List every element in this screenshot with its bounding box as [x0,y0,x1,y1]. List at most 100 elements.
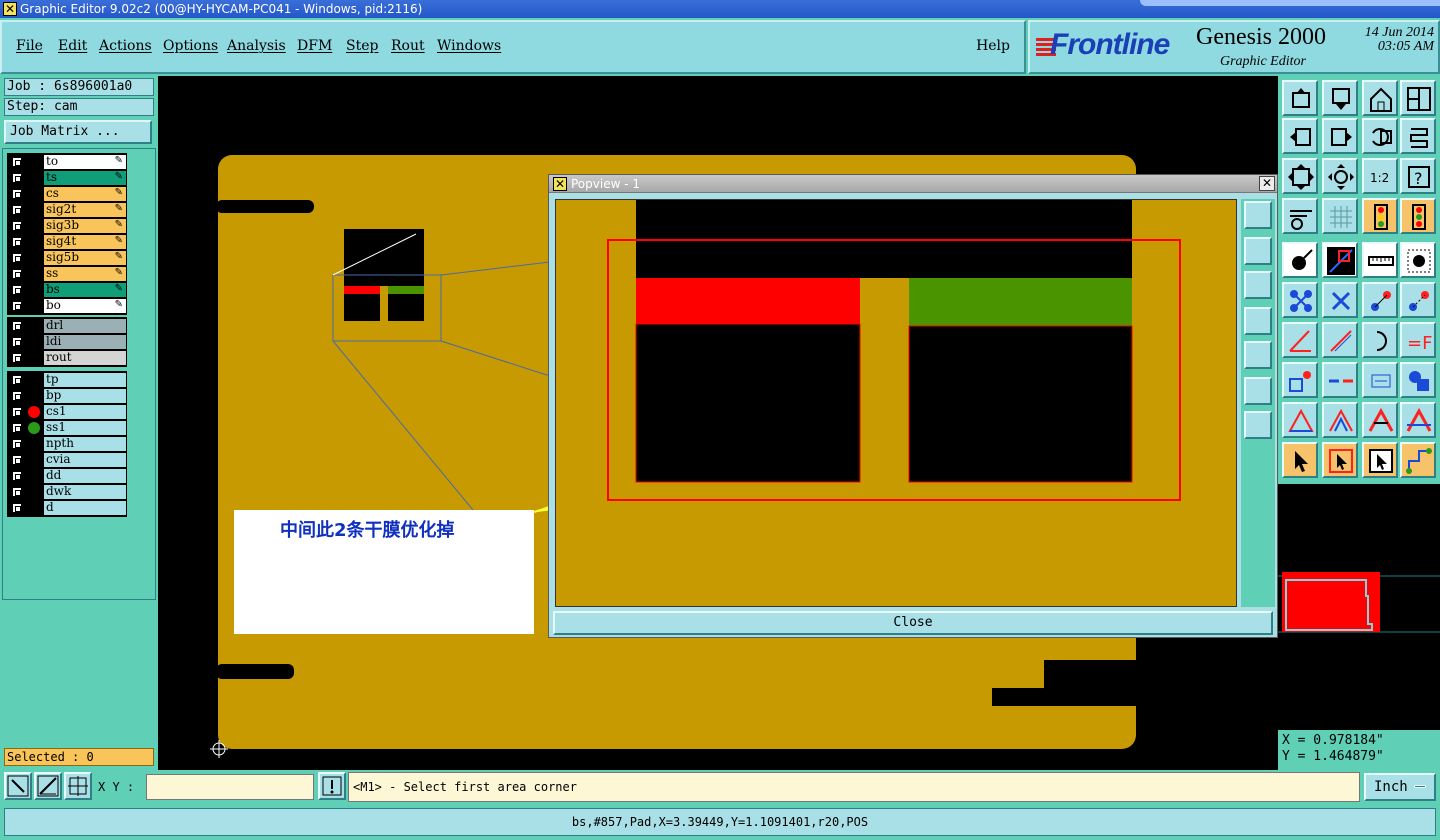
layer-name[interactable]: rout [44,351,126,365]
window-controls[interactable] [1140,0,1440,6]
snap-tool-button[interactable] [4,772,32,800]
fillet-tool-button[interactable] [1282,402,1318,438]
redraw-button[interactable] [1400,118,1436,154]
layer-name[interactable]: tp [44,373,126,387]
layer-row-npth[interactable]: npth [8,436,126,452]
add-line-button[interactable] [1322,242,1358,278]
layer-checkbox[interactable] [12,337,22,347]
layer-name[interactable]: npth [44,437,126,451]
pv-pan-down-button[interactable] [1244,271,1272,299]
popview-canvas[interactable] [555,199,1237,607]
job-matrix-button[interactable]: Job Matrix ... [4,120,152,144]
xy-input[interactable] [146,774,314,800]
add-pad-button[interactable] [1282,242,1318,278]
layer-row-rout[interactable]: rout [8,350,126,366]
menu-analysis[interactable]: Analysis [227,38,286,54]
layer-row-sig3b[interactable]: sig3b ✎ [8,218,126,234]
menu-edit[interactable]: Edit [58,38,87,54]
layer-checkbox[interactable] [12,157,22,167]
layer-checkbox[interactable] [12,423,22,433]
layer-checkbox[interactable] [12,375,22,385]
grid-icon[interactable] [1322,198,1358,234]
layer-row-ss1[interactable]: ss1 [8,420,126,436]
layer-checkbox[interactable] [12,487,22,497]
layer-row-ldi[interactable]: ldi [8,334,126,350]
minimap[interactable] [1278,484,1440,730]
pv-zoom-out-button[interactable] [1244,411,1272,439]
measure-tool-button[interactable] [34,772,62,800]
units-dropdown[interactable]: Inch [1364,773,1436,801]
layer-row-sig2t[interactable]: sig2t ✎ [8,202,126,218]
trim-tool-button[interactable] [1362,402,1398,438]
layer-name[interactable]: ss1 [44,421,126,435]
layer-row-bs[interactable]: bs ✎ [8,282,126,298]
popview-close-icon[interactable]: ✕ [1259,176,1275,191]
layer-checkbox[interactable] [12,321,22,331]
arc-tool-button[interactable] [1362,322,1398,358]
layer-row-ss[interactable]: ss ✎ [8,266,126,282]
delete-tool-button[interactable] [1322,282,1358,318]
layer-checkbox[interactable] [12,471,22,481]
menu-options[interactable]: Options [163,38,218,54]
layer-name[interactable]: drl [44,319,126,333]
line-edit-button[interactable] [1322,322,1358,358]
surface-tool-button[interactable] [1400,362,1436,398]
view-left-button[interactable] [1282,118,1318,154]
grid-snap-button[interactable] [64,772,92,800]
alert-icon[interactable] [318,772,346,800]
popview-title-bar[interactable]: Popview - 1 ✕ [549,175,1277,193]
layer-name[interactable]: dwk [44,485,126,499]
menu-step[interactable]: Step [346,38,378,54]
layer-checkbox[interactable] [12,221,22,231]
pv-pan-left-button[interactable] [1244,307,1272,335]
layer-row-dwk[interactable]: dwk [8,484,126,500]
layer-colors-alt-button[interactable] [1400,198,1436,234]
layer-name[interactable]: bp [44,389,126,403]
home-icon[interactable] [1362,80,1398,116]
layer-row-sig5b[interactable]: sig5b ✎ [8,250,126,266]
layer-name[interactable]: cvia [44,453,126,467]
layer-row-ts[interactable]: ts ✎ [8,170,126,186]
extend-tool-button[interactable] [1400,402,1436,438]
layer-checkbox[interactable] [12,301,22,311]
layer-checkbox[interactable] [12,503,22,513]
menu-dfm[interactable]: DFM [297,38,332,54]
text-tool-button[interactable]: =F [1400,322,1436,358]
layer-checkbox[interactable] [12,353,22,363]
layer-row-d[interactable]: d [8,500,126,516]
popview-close-button[interactable]: Close [553,611,1273,635]
angle-tool-button[interactable] [1282,322,1318,358]
layer-colors-button[interactable] [1362,198,1398,234]
palette-tool-button[interactable] [1282,198,1318,234]
layer-row-to[interactable]: to ✎ [8,154,126,170]
layer-row-sig4t[interactable]: sig4t ✎ [8,234,126,250]
view-right-button[interactable] [1322,118,1358,154]
layer-row-bp[interactable]: bp [8,388,126,404]
ruler-icon[interactable] [1362,242,1398,278]
layer-row-cs1[interactable]: cs1 [8,404,126,420]
undo-view-button[interactable] [1362,118,1398,154]
menu-rout[interactable]: Rout [391,38,425,54]
window-title-bar[interactable]: Graphic Editor 9.02c2 (00@HY-HYCAM-PC041… [0,0,1440,18]
select-arrow-button[interactable] [1282,442,1318,478]
zoom-fit-button[interactable] [1282,158,1318,194]
layer-checkbox[interactable] [12,455,22,465]
layer-row-cs[interactable]: cs ✎ [8,186,126,202]
view-up-button[interactable] [1282,80,1318,116]
layer-checkbox[interactable] [12,253,22,263]
layer-row-drl[interactable]: drl [8,318,126,334]
menu-file[interactable]: File [16,38,43,54]
pv-fit-button[interactable] [1244,377,1272,405]
zoom-center-button[interactable] [1322,158,1358,194]
pv-pan-up-button[interactable] [1244,237,1272,265]
layer-checkbox[interactable] [12,173,22,183]
line-break-button[interactable] [1322,362,1358,398]
layer-row-bo[interactable]: bo ✎ [8,298,126,314]
layer-name[interactable]: dd [44,469,126,483]
layer-name[interactable]: d [44,501,126,515]
layer-checkbox[interactable] [12,407,22,417]
select-net-button[interactable] [1400,442,1436,478]
layer-checkbox[interactable] [12,205,22,215]
net-tool-button[interactable] [1282,282,1318,318]
view-down-button[interactable] [1322,80,1358,116]
